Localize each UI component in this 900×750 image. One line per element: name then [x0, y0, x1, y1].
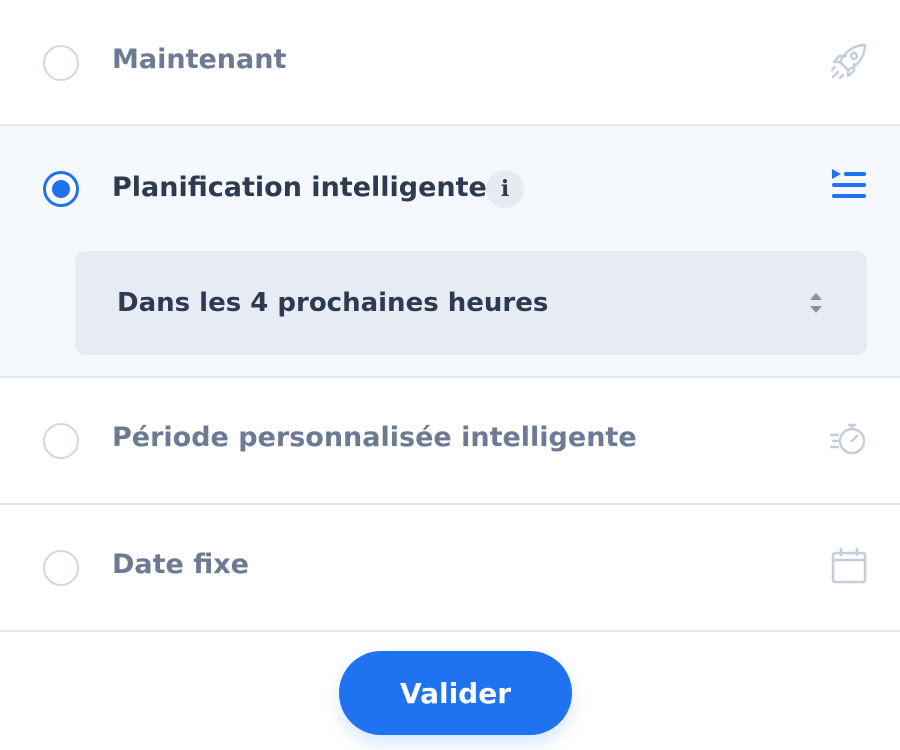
option-smart-scheduling-label: Planification intelligente: [112, 172, 487, 203]
rocket-icon: [830, 43, 867, 80]
option-custom-period-label: Période personnalisée intelligente: [112, 422, 637, 453]
time-window-select[interactable]: Dans les 4 prochaines heures: [75, 251, 867, 355]
option-now[interactable]: Maintenant: [0, 0, 900, 126]
option-fixed-date-label: Date fixe: [112, 549, 249, 580]
info-icon[interactable]: i: [486, 170, 524, 208]
validate-button[interactable]: Valider: [339, 651, 572, 735]
time-window-select-value: Dans les 4 prochaines heures: [117, 288, 549, 318]
queue-list-icon: [832, 169, 866, 198]
radio-now[interactable]: [43, 45, 79, 81]
scheduling-options-panel: Maintenant Planification intelligente i: [0, 0, 900, 750]
radio-smart-scheduling[interactable]: [43, 171, 79, 207]
radio-fixed-date[interactable]: [43, 550, 79, 586]
select-arrows-icon: [810, 293, 822, 313]
fast-timer-icon: [830, 423, 866, 455]
option-custom-period[interactable]: Période personnalisée intelligente: [0, 378, 900, 505]
calendar-icon: [831, 547, 867, 584]
radio-custom-period[interactable]: [43, 423, 79, 459]
option-smart-scheduling[interactable]: Planification intelligente i Dans les 4 …: [0, 126, 900, 378]
option-fixed-date[interactable]: Date fixe: [0, 505, 900, 632]
option-now-label: Maintenant: [112, 44, 287, 75]
